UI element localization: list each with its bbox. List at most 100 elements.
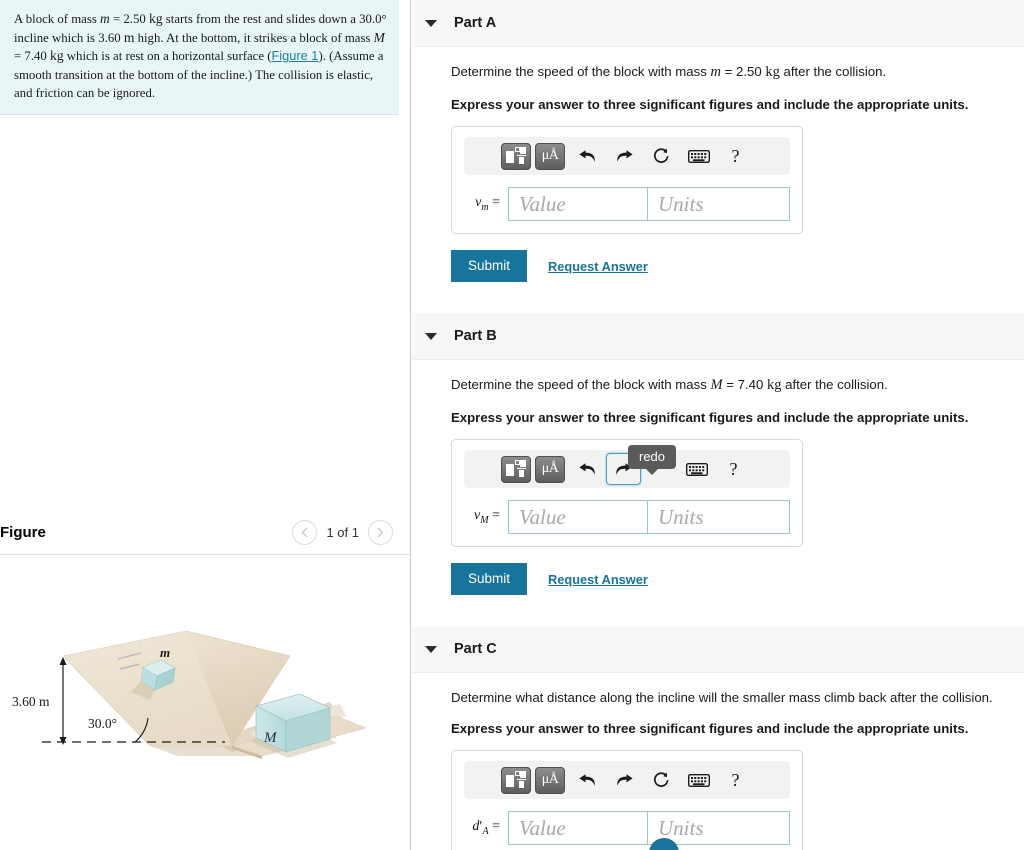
math-variable: m xyxy=(710,64,721,80)
help-button[interactable]: ? xyxy=(715,454,752,484)
question-text: Determine what distance along the inclin… xyxy=(451,690,1024,705)
value-input[interactable]: Value xyxy=(508,811,647,845)
figure-prev-button[interactable] xyxy=(292,520,318,545)
keyboard-icon xyxy=(687,149,710,163)
keyboard-icon xyxy=(687,773,710,787)
help-button[interactable]: ? xyxy=(717,765,754,795)
math-variable: m xyxy=(100,11,110,26)
keyboard-icon xyxy=(685,462,708,476)
problem-statement: A block of mass m = 2.50 kg starts from … xyxy=(0,0,399,115)
part-label: Part B xyxy=(454,328,497,344)
text-run: which is at rest on a horizontal surface… xyxy=(63,49,272,64)
units-input[interactable]: Units xyxy=(647,187,790,221)
text-run: = 2.50 xyxy=(109,12,149,26)
help-button[interactable]: ? xyxy=(717,141,754,171)
collapse-caret-icon[interactable] xyxy=(425,19,437,27)
math-variable: M xyxy=(710,377,723,393)
text-run: high. At the bottom, it strikes a block … xyxy=(134,30,374,45)
redo-button[interactable]: redo xyxy=(606,445,677,485)
redo-button[interactable] xyxy=(606,141,643,171)
submit-button[interactable]: Submit xyxy=(451,563,528,595)
height-label: 3.60 m xyxy=(12,694,50,709)
request-answer-link[interactable]: Request Answer xyxy=(548,259,648,274)
math-unit: m xyxy=(123,29,135,45)
text-run: after the collision. xyxy=(781,377,888,392)
request-answer-link[interactable]: Request Answer xyxy=(548,572,648,587)
reset-circle-icon xyxy=(653,771,669,787)
undo-arrow-icon xyxy=(579,773,595,786)
undo-button[interactable] xyxy=(569,454,606,484)
redo-arrow-icon xyxy=(617,149,633,162)
answer-field-row: vm = Value Units xyxy=(452,187,802,221)
submit-button[interactable]: Submit xyxy=(451,250,528,282)
part-header[interactable]: Part A xyxy=(412,0,1024,47)
value-input[interactable]: Value xyxy=(508,500,647,534)
text-run: Determine what distance along the inclin… xyxy=(451,690,993,705)
figure-diagram-container: m M 3.60 m 30.0° xyxy=(0,556,410,850)
part-body: Determine what distance along the inclin… xyxy=(412,673,1024,850)
part-label: Part A xyxy=(454,15,497,31)
math-template-icon[interactable] xyxy=(501,455,531,483)
math-template-icon[interactable] xyxy=(501,766,531,794)
keyboard-button[interactable] xyxy=(680,141,717,171)
variable-label: d′A = xyxy=(472,819,500,837)
left-panel: A block of mass m = 2.50 kg starts from … xyxy=(0,0,411,850)
angle-label: 30.0° xyxy=(88,716,117,731)
math-unit: kg xyxy=(765,64,780,80)
large-block-label: M xyxy=(263,730,278,746)
part-header[interactable]: Part B xyxy=(412,313,1024,360)
significant-figures-note: Express your answer to three significant… xyxy=(451,721,969,736)
part-body: Determine the speed of the block with ma… xyxy=(412,360,1024,626)
part-section-b: Part B Determine the speed of the block w… xyxy=(412,313,1024,626)
units-micro-angstrom-icon[interactable]: μÅ xyxy=(535,766,565,794)
reset-button[interactable] xyxy=(643,765,680,795)
undo-button[interactable] xyxy=(569,765,606,795)
figure-title: Figure xyxy=(0,524,46,541)
collapse-caret-icon[interactable] xyxy=(425,332,437,340)
value-input[interactable]: Value xyxy=(508,187,647,221)
undo-arrow-icon xyxy=(579,462,595,475)
right-panel: Part A Determine the speed of the block w… xyxy=(412,0,1024,850)
math-unit: kg xyxy=(149,11,163,26)
answer-input-box: μÅ? vm = Value Units xyxy=(451,126,803,234)
text-run: after the collision. xyxy=(779,64,887,79)
action-row: Submit Request Answer xyxy=(451,563,1024,595)
redo-button[interactable] xyxy=(606,765,643,795)
significant-figures-note: Express your answer to three significant… xyxy=(451,410,969,425)
math-template-icon[interactable] xyxy=(501,142,531,170)
undo-button[interactable] xyxy=(569,141,606,171)
text-run: Determine the speed of the block with ma… xyxy=(451,64,711,79)
collapse-caret-icon[interactable] xyxy=(425,645,437,653)
answer-field-row: d′A = Value Units xyxy=(452,811,802,845)
significant-figures-note: Express your answer to three significant… xyxy=(451,97,969,112)
math-toolbar: μÅ? xyxy=(464,761,790,799)
units-input[interactable]: Units xyxy=(647,500,790,534)
text-run: = 7.40 xyxy=(14,49,51,64)
text-run: Determine the speed of the block with ma… xyxy=(451,377,711,392)
part-header[interactable]: Part C xyxy=(412,626,1024,673)
text-run: = 7.40 xyxy=(722,377,767,392)
reset-circle-icon xyxy=(653,147,669,163)
variable-label: vm = xyxy=(475,195,500,213)
chevron-right-icon xyxy=(377,527,384,538)
chevron-left-icon xyxy=(301,527,308,538)
redo-tooltip: redo xyxy=(628,445,677,475)
figure-header: Figure 1 of 1 xyxy=(0,511,410,555)
keyboard-button[interactable] xyxy=(678,454,715,484)
units-micro-angstrom-icon[interactable]: μÅ xyxy=(535,142,565,170)
incline-collision-diagram: m M 3.60 m 30.0° xyxy=(12,630,367,759)
undo-arrow-icon xyxy=(579,149,595,162)
figure-1-link[interactable]: Figure 1 xyxy=(271,48,318,63)
math-variable: M xyxy=(373,29,385,45)
redo-arrow-icon xyxy=(617,773,633,786)
reset-button[interactable] xyxy=(643,141,680,171)
keyboard-button[interactable] xyxy=(680,765,717,795)
part-section-a: Part A Determine the speed of the block w… xyxy=(412,0,1024,313)
text-run: = 2.50 xyxy=(720,64,766,79)
action-row: Submit Request Answer xyxy=(451,250,1024,282)
figure-next-button[interactable] xyxy=(368,520,393,545)
units-micro-angstrom-icon[interactable]: μÅ xyxy=(535,455,565,483)
part-label: Part C xyxy=(454,641,497,657)
question-text: Determine the speed of the block with ma… xyxy=(451,64,1024,81)
